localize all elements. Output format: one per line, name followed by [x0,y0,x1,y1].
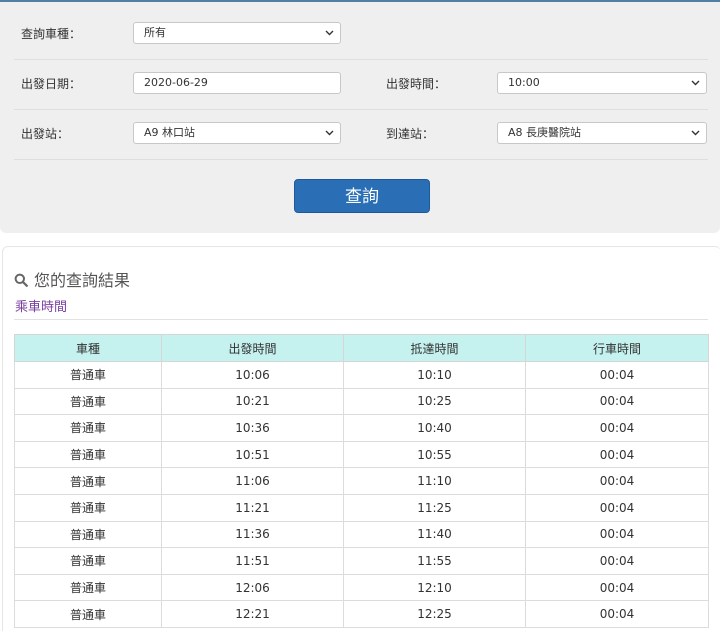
depart-date-input[interactable]: 2020-06-29 [133,72,341,94]
table-cell: 00:04 [525,361,709,389]
table-cell: 00:04 [525,520,709,549]
table-cell: 普通車 [14,361,162,389]
divider [14,319,708,320]
train-type-label: 查詢車種： [21,27,82,41]
table-cell: 10:21 [161,387,344,416]
table-cell: 12:06 [161,573,344,602]
column-header: 抵達時間 [343,334,526,362]
table-cell: 11:10 [343,467,526,495]
table-cell: 00:04 [525,493,709,522]
table-cell: 11:25 [343,493,526,522]
column-header: 出發時間 [161,334,344,362]
table-cell: 10:36 [161,414,344,442]
table-cell: 00:04 [525,467,709,495]
table-cell: 00:04 [525,600,709,628]
search-icon [14,269,28,295]
table-cell: 10:25 [343,387,526,416]
table-cell: 普通車 [14,547,162,575]
chevron-down-icon [325,128,334,137]
table-header-row: 車種 出發時間 抵達時間 行車時間 [14,334,709,362]
table-cell: 普通車 [14,520,162,549]
table-cell: 00:04 [525,387,709,416]
table-cell: 11:21 [161,493,344,522]
table-cell: 普通車 [14,440,162,469]
table-row: 普通車 10:51 10:55 00:04 [14,440,709,469]
chevron-down-icon [691,78,700,87]
form-row-date-time: 出發日期： 2020-06-29 出發時間： 10:00 [14,59,708,110]
table-cell: 12:10 [343,573,526,602]
results-subtitle: 乘車時間 [15,300,68,315]
table-cell: 普通車 [14,414,162,442]
table-cell: 10:06 [161,361,344,389]
table-cell: 10:55 [343,440,526,469]
results-title-text: 您的查詢結果 [34,271,131,290]
from-station-value: A9 林口站 [144,126,196,139]
to-station-select[interactable]: A8 長庚醫院站 [497,122,707,144]
to-station-value: A8 長庚醫院站 [508,126,582,139]
chevron-down-icon [325,28,334,37]
train-type-value: 所有 [144,26,166,39]
depart-date-value: 2020-06-29 [144,76,208,89]
table-cell: 12:21 [161,600,344,628]
depart-time-value: 10:00 [508,76,540,89]
table-cell: 11:36 [161,520,344,549]
depart-time-label: 出發時間： [386,77,447,91]
from-station-select[interactable]: A9 林口站 [133,122,341,144]
table-cell: 00:04 [525,573,709,602]
table-row: 普通車 10:21 10:25 00:04 [14,387,709,416]
table-cell: 10:10 [343,361,526,389]
table-row: 普通車 12:06 12:10 00:04 [14,573,709,602]
table-cell: 12:25 [343,600,526,628]
table-cell: 普通車 [14,573,162,602]
table-cell: 11:06 [161,467,344,495]
to-station-label: 到達站： [386,127,435,141]
column-header: 車種 [14,334,162,362]
table-cell: 11:40 [343,520,526,549]
table-row: 普通車 11:51 11:55 00:04 [14,547,709,575]
timetable: 車種 出發時間 抵達時間 行車時間 普通車 10:06 10:10 00:04 普通車 1… [14,334,709,628]
table-cell: 00:04 [525,547,709,575]
table-row: 普通車 10:36 10:40 00:04 [14,414,709,442]
table-row: 普通車 11:21 11:25 00:04 [14,493,709,522]
table-row: 普通車 10:06 10:10 00:04 [14,361,709,389]
table-cell: 普通車 [14,493,162,522]
table-cell: 10:51 [161,440,344,469]
train-type-select[interactable]: 所有 [133,22,341,44]
table-cell: 普通車 [14,600,162,628]
table-cell: 11:51 [161,547,344,575]
results-title: 您的查詢結果 [14,268,130,294]
table-cell: 普通車 [14,387,162,416]
table-row: 普通車 12:21 12:25 00:04 [14,600,709,628]
query-button[interactable]: 查詢 [294,179,430,213]
form-row-stations: 出發站： A9 林口站 到達站： A8 長庚醫院站 [14,109,708,160]
from-station-label: 出發站： [21,127,70,141]
table-cell: 00:04 [525,414,709,442]
table-row: 普通車 11:36 11:40 00:04 [14,520,709,549]
table-cell: 10:40 [343,414,526,442]
table-cell: 00:04 [525,440,709,469]
column-header: 行車時間 [525,334,709,362]
chevron-down-icon [691,128,700,137]
table-cell: 11:55 [343,547,526,575]
form-row-train-type: 查詢車種： 所有 [14,9,708,60]
table-row: 普通車 11:06 11:10 00:04 [14,467,709,495]
table-cell: 普通車 [14,467,162,495]
depart-time-select[interactable]: 10:00 [497,72,707,94]
depart-date-label: 出發日期： [21,77,82,91]
